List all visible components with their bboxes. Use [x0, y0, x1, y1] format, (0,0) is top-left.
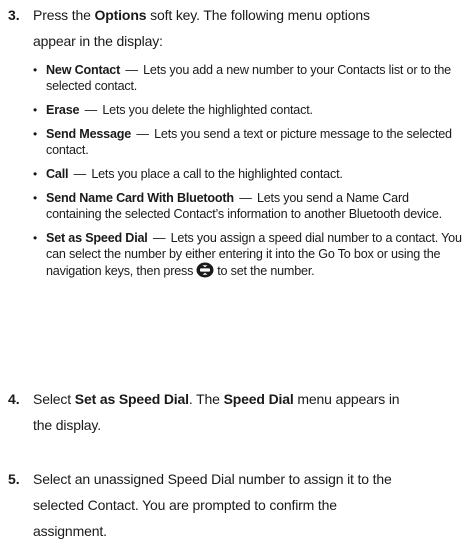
option-description: Lets you delete the highlighted contact. [102, 103, 313, 117]
step-text-part: menu appears in [293, 391, 400, 407]
step-text-part: soft key. The following menu options [146, 7, 370, 23]
dash: — [136, 127, 149, 141]
option-name: Call [46, 167, 69, 181]
step-line: appear in the display: [33, 33, 163, 49]
option-name: Send Name Card With Bluetooth [46, 191, 234, 205]
bullet: • [33, 167, 38, 181]
bullet: • [33, 231, 38, 245]
option-erase: • Erase — Lets you delete the highlighte… [33, 102, 467, 118]
step-line: Press the Options soft key. The followin… [33, 2, 463, 28]
step-line: assignment. [33, 523, 107, 539]
step-text-part: Select [33, 391, 75, 407]
bullet: • [33, 127, 38, 141]
step-line: selected Contact. You are prompted to co… [33, 497, 337, 513]
step-number: 5. [8, 471, 20, 487]
option-name: Send Message [46, 127, 132, 141]
menu-options-list: • New Contact — Lets you add a new numbe… [33, 62, 467, 287]
dash: — [125, 63, 138, 77]
option-name: Erase [46, 103, 80, 117]
option-send-message: • Send Message — Lets you send a text or… [33, 126, 467, 158]
step-text: Press the Options soft key. The followin… [33, 2, 463, 54]
option-name: Set as Speed Dial [46, 231, 148, 245]
option-new-contact: • New Contact — Lets you add a new numbe… [33, 62, 467, 94]
option-description: to set the number. [217, 264, 315, 278]
step-number: 4. [8, 391, 20, 407]
nav-ok-key-icon [196, 262, 214, 278]
option-name: New Contact [46, 63, 121, 77]
step-text-part: . The [188, 391, 224, 407]
bullet: • [33, 191, 38, 205]
option-call: • Call — Lets you place a call to the hi… [33, 166, 467, 182]
step-text-part: Press the [33, 7, 95, 23]
option-description: Lets you place a call to the highlighted… [91, 167, 343, 181]
options-key-label: Options [94, 7, 147, 23]
bullet: • [33, 103, 38, 117]
step-text: Select Set as Speed Dial. The Speed Dial… [33, 386, 463, 438]
option-send-name-card-bluetooth: • Send Name Card With Bluetooth — Lets y… [33, 190, 467, 222]
manual-page: 3. Press the Options soft key. The follo… [0, 0, 474, 547]
dash: — [73, 167, 87, 181]
option-set-as-speed-dial: • Set as Speed Dial — Lets you assign a … [33, 230, 467, 279]
step-text: Select an unassigned Speed Dial number t… [33, 466, 463, 544]
step-line: the display. [33, 417, 101, 433]
step-line: Select Set as Speed Dial. The Speed Dial… [33, 386, 463, 412]
step-line: Select an unassigned Speed Dial number t… [33, 471, 392, 487]
dash: — [84, 103, 98, 117]
menu-label: Speed Dial [223, 391, 294, 407]
dash: — [152, 231, 166, 245]
dash: — [239, 191, 252, 205]
bullet: • [33, 63, 38, 77]
menu-item-label: Set as Speed Dial [74, 391, 189, 407]
step-number: 3. [8, 7, 20, 23]
